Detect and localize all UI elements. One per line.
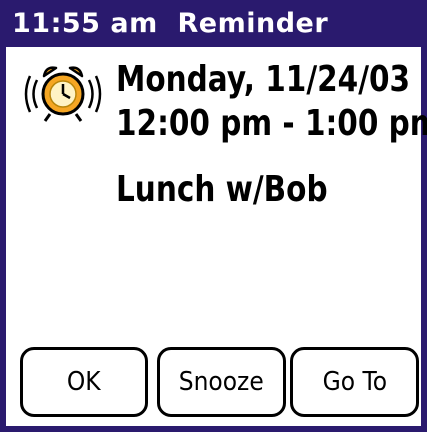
snooze-button[interactable]: Snooze	[157, 347, 286, 417]
go-to-button[interactable]: Go To	[290, 347, 419, 417]
event-details: Monday, 11/24/03 12:00 pm - 1:00 pm	[116, 58, 427, 146]
dialog-titlebar: 11:55 am Reminder	[0, 0, 427, 47]
ok-button[interactable]: OK	[20, 347, 148, 417]
event-date: Monday, 11/24/03	[116, 59, 411, 100]
snooze-button-label: Snooze	[178, 367, 264, 397]
event-description: Lunch w/Bob	[116, 169, 328, 210]
ok-button-label: OK	[67, 367, 101, 397]
titlebar-time: 11:55 am	[12, 8, 158, 39]
dialog-title: Reminder	[177, 8, 329, 39]
alarm-clock-icon	[24, 66, 102, 122]
event-time-range: 12:00 pm - 1:00 pm	[116, 103, 427, 144]
go-to-button-label: Go To	[322, 367, 387, 397]
